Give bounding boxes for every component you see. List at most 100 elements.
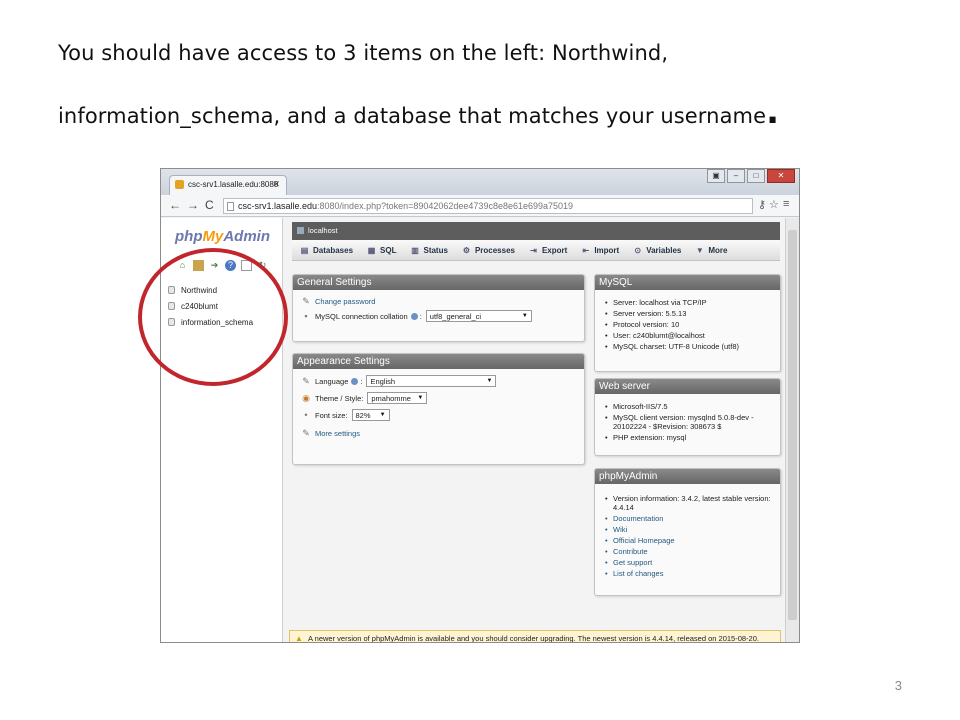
font-size-select[interactable]: 82% ▼ — [351, 409, 390, 421]
get-support-link[interactable]: Get support — [603, 558, 772, 567]
key-icon[interactable]: ⚷ — [758, 198, 766, 211]
maximize-icon[interactable]: □ — [747, 169, 765, 183]
change-password-link[interactable]: Change password — [315, 297, 375, 306]
close-tab-icon[interactable]: ✕ — [272, 179, 280, 190]
back-arrow-icon[interactable]: ← — [169, 198, 181, 212]
slide-period: . — [766, 92, 780, 132]
gear-icon: ⚙ — [462, 245, 471, 255]
close-window-icon[interactable]: ✕ — [767, 169, 795, 183]
theme-select[interactable]: pmahomme ▼ — [367, 392, 428, 404]
chevron-down-icon: ▼ — [417, 395, 424, 401]
general-settings-panel: General Settings ✎ Change password ▪ MySQL… — [292, 274, 585, 342]
tab-sql[interactable]: ▦ SQL — [367, 245, 397, 255]
tab-variables[interactable]: ⊙ Variables — [633, 246, 681, 255]
language-label: Language — [315, 376, 349, 386]
server-label: localhost — [308, 226, 338, 235]
tab-import[interactable]: ⇤ Import — [581, 246, 619, 255]
info-icon[interactable] — [351, 377, 359, 385]
highlight-oval — [138, 248, 288, 386]
chevron-down-icon: ▼ — [695, 245, 704, 255]
import-icon: ⇤ — [582, 245, 590, 255]
tab-label: Databases — [313, 245, 354, 255]
pencil-icon: ✎ — [302, 296, 310, 306]
language-select[interactable]: English ▼ — [366, 375, 497, 387]
panel-title: Appearance Settings — [293, 354, 584, 369]
version-information: Version information: 3.4.2, latest stabl… — [603, 494, 772, 512]
tab-more[interactable]: ▼ More — [695, 245, 728, 255]
collation-row: ▪ MySQL connection collation: utf8_general… — [301, 310, 576, 322]
forward-arrow-icon[interactable]: → — [187, 198, 199, 212]
language-icon: ✎ — [302, 376, 310, 386]
menu-icon[interactable]: ≡ — [783, 198, 789, 210]
font-size-row: • Font size: 82% ▼ — [301, 409, 576, 421]
browser-tab[interactable]: csc-srv1.lasalle.edu:8080 ✕ — [169, 175, 287, 195]
select-value: pmahomme — [371, 393, 411, 403]
url-host: csc-srv1.lasalle.edu — [238, 201, 318, 211]
browser-tab-strip: csc-srv1.lasalle.edu:8080 ✕ ▣ – □ ✕ — [161, 169, 799, 195]
palette-icon: ◉ — [302, 393, 310, 403]
collation-select[interactable]: utf8_general_ci ▼ — [425, 310, 532, 322]
url-path: :8080/index.php?token=89042062dee4739c8e… — [317, 201, 574, 211]
tab-label: SQL — [380, 245, 397, 255]
phpmyadmin-logo[interactable]: phpMyAdmin — [175, 228, 270, 245]
mysql-server-version: Server version: 5.5.13 — [603, 309, 772, 318]
notice-text: A newer version of phpMyAdmin is availab… — [308, 634, 759, 643]
mysql-charset: MySQL charset: UTF-8 Unicode (utf8) — [603, 342, 772, 351]
reload-icon[interactable]: C — [205, 198, 214, 212]
server-icon — [297, 227, 304, 234]
mysql-panel: MySQL Server: localhost via TCP/IP Serve… — [594, 274, 781, 372]
tab-title: csc-srv1.lasalle.edu:8080 — [188, 180, 279, 189]
top-menu: ▤ Databases ▦ SQL ▥ Status ⚙ Processes ⇥ Expo… — [292, 240, 780, 261]
browser-toolbar: ← → C csc-srv1.lasalle.edu:8080/index.ph… — [161, 195, 799, 217]
browser-screenshot: csc-srv1.lasalle.edu:8080 ✕ ▣ – □ ✕ ← → … — [160, 168, 800, 643]
language-row: ✎ Language: English ▼ — [301, 375, 576, 387]
collation-icon: ▪ — [304, 311, 308, 321]
official-homepage-link[interactable]: Official Homepage — [603, 536, 772, 545]
address-bar[interactable]: csc-srv1.lasalle.edu:8080/index.php?toke… — [223, 198, 753, 214]
documentation-link[interactable]: Documentation — [603, 514, 772, 523]
slide-page-number: 3 — [894, 678, 902, 693]
panel-title: MySQL — [595, 275, 780, 290]
tab-export[interactable]: ⇥ Export — [529, 246, 567, 255]
list-of-changes-link[interactable]: List of changes — [603, 569, 772, 578]
web-server-panel: Web server Microsoft-IIS/7.5 MySQL clien… — [594, 378, 781, 456]
page-scrollbar[interactable] — [785, 218, 799, 642]
mysql-client-version: MySQL client version: mysqlnd 5.0.8-dev … — [603, 413, 772, 431]
wrench-icon: ✎ — [302, 428, 310, 438]
select-value: 82% — [355, 410, 371, 420]
font-size-label: Font size: — [315, 410, 348, 420]
bullet-icon: • — [304, 410, 308, 420]
wiki-link[interactable]: Wiki — [603, 525, 772, 534]
chevron-down-icon: ▼ — [486, 378, 493, 384]
change-password-row: ✎ Change password — [301, 296, 576, 306]
panel-title: Web server — [595, 379, 780, 394]
tab-label: More — [708, 245, 728, 255]
tab-label: Processes — [474, 245, 515, 255]
mysql-protocol-version: Protocol version: 10 — [603, 320, 772, 329]
export-icon: ⇥ — [530, 245, 537, 255]
mysql-user: User: c240blumt@localhost — [603, 331, 772, 340]
minimize-icon[interactable]: – — [727, 169, 745, 183]
slide-text-line-2: information_schema, and a database that … — [58, 95, 779, 129]
logo-php: php — [175, 228, 203, 245]
favicon-icon — [175, 180, 184, 189]
tab-processes[interactable]: ⚙ Processes — [462, 246, 515, 255]
contribute-link[interactable]: Contribute — [603, 547, 772, 556]
more-settings-link[interactable]: More settings — [315, 429, 360, 438]
tab-label: Status — [423, 245, 448, 255]
appearance-settings-panel: Appearance Settings ✎ Language: English ▼ ◉… — [292, 353, 585, 465]
scrollbar-thumb[interactable] — [788, 230, 797, 620]
warning-icon: ▲ — [295, 634, 303, 643]
php-extension: PHP extension: mysql — [603, 433, 772, 442]
sql-icon: ▦ — [367, 245, 376, 255]
user-icon[interactable]: ▣ — [707, 169, 725, 183]
star-icon[interactable]: ☆ — [769, 198, 779, 211]
panel-title: General Settings — [293, 275, 584, 290]
tab-label: Variables — [646, 245, 682, 255]
page-icon — [227, 202, 234, 211]
tab-status[interactable]: ▥ Status — [410, 245, 448, 255]
server-breadcrumb[interactable]: localhost — [292, 222, 780, 240]
window-controls: ▣ – □ ✕ — [705, 169, 795, 183]
info-icon[interactable] — [410, 312, 418, 320]
tab-databases[interactable]: ▤ Databases — [300, 246, 353, 255]
